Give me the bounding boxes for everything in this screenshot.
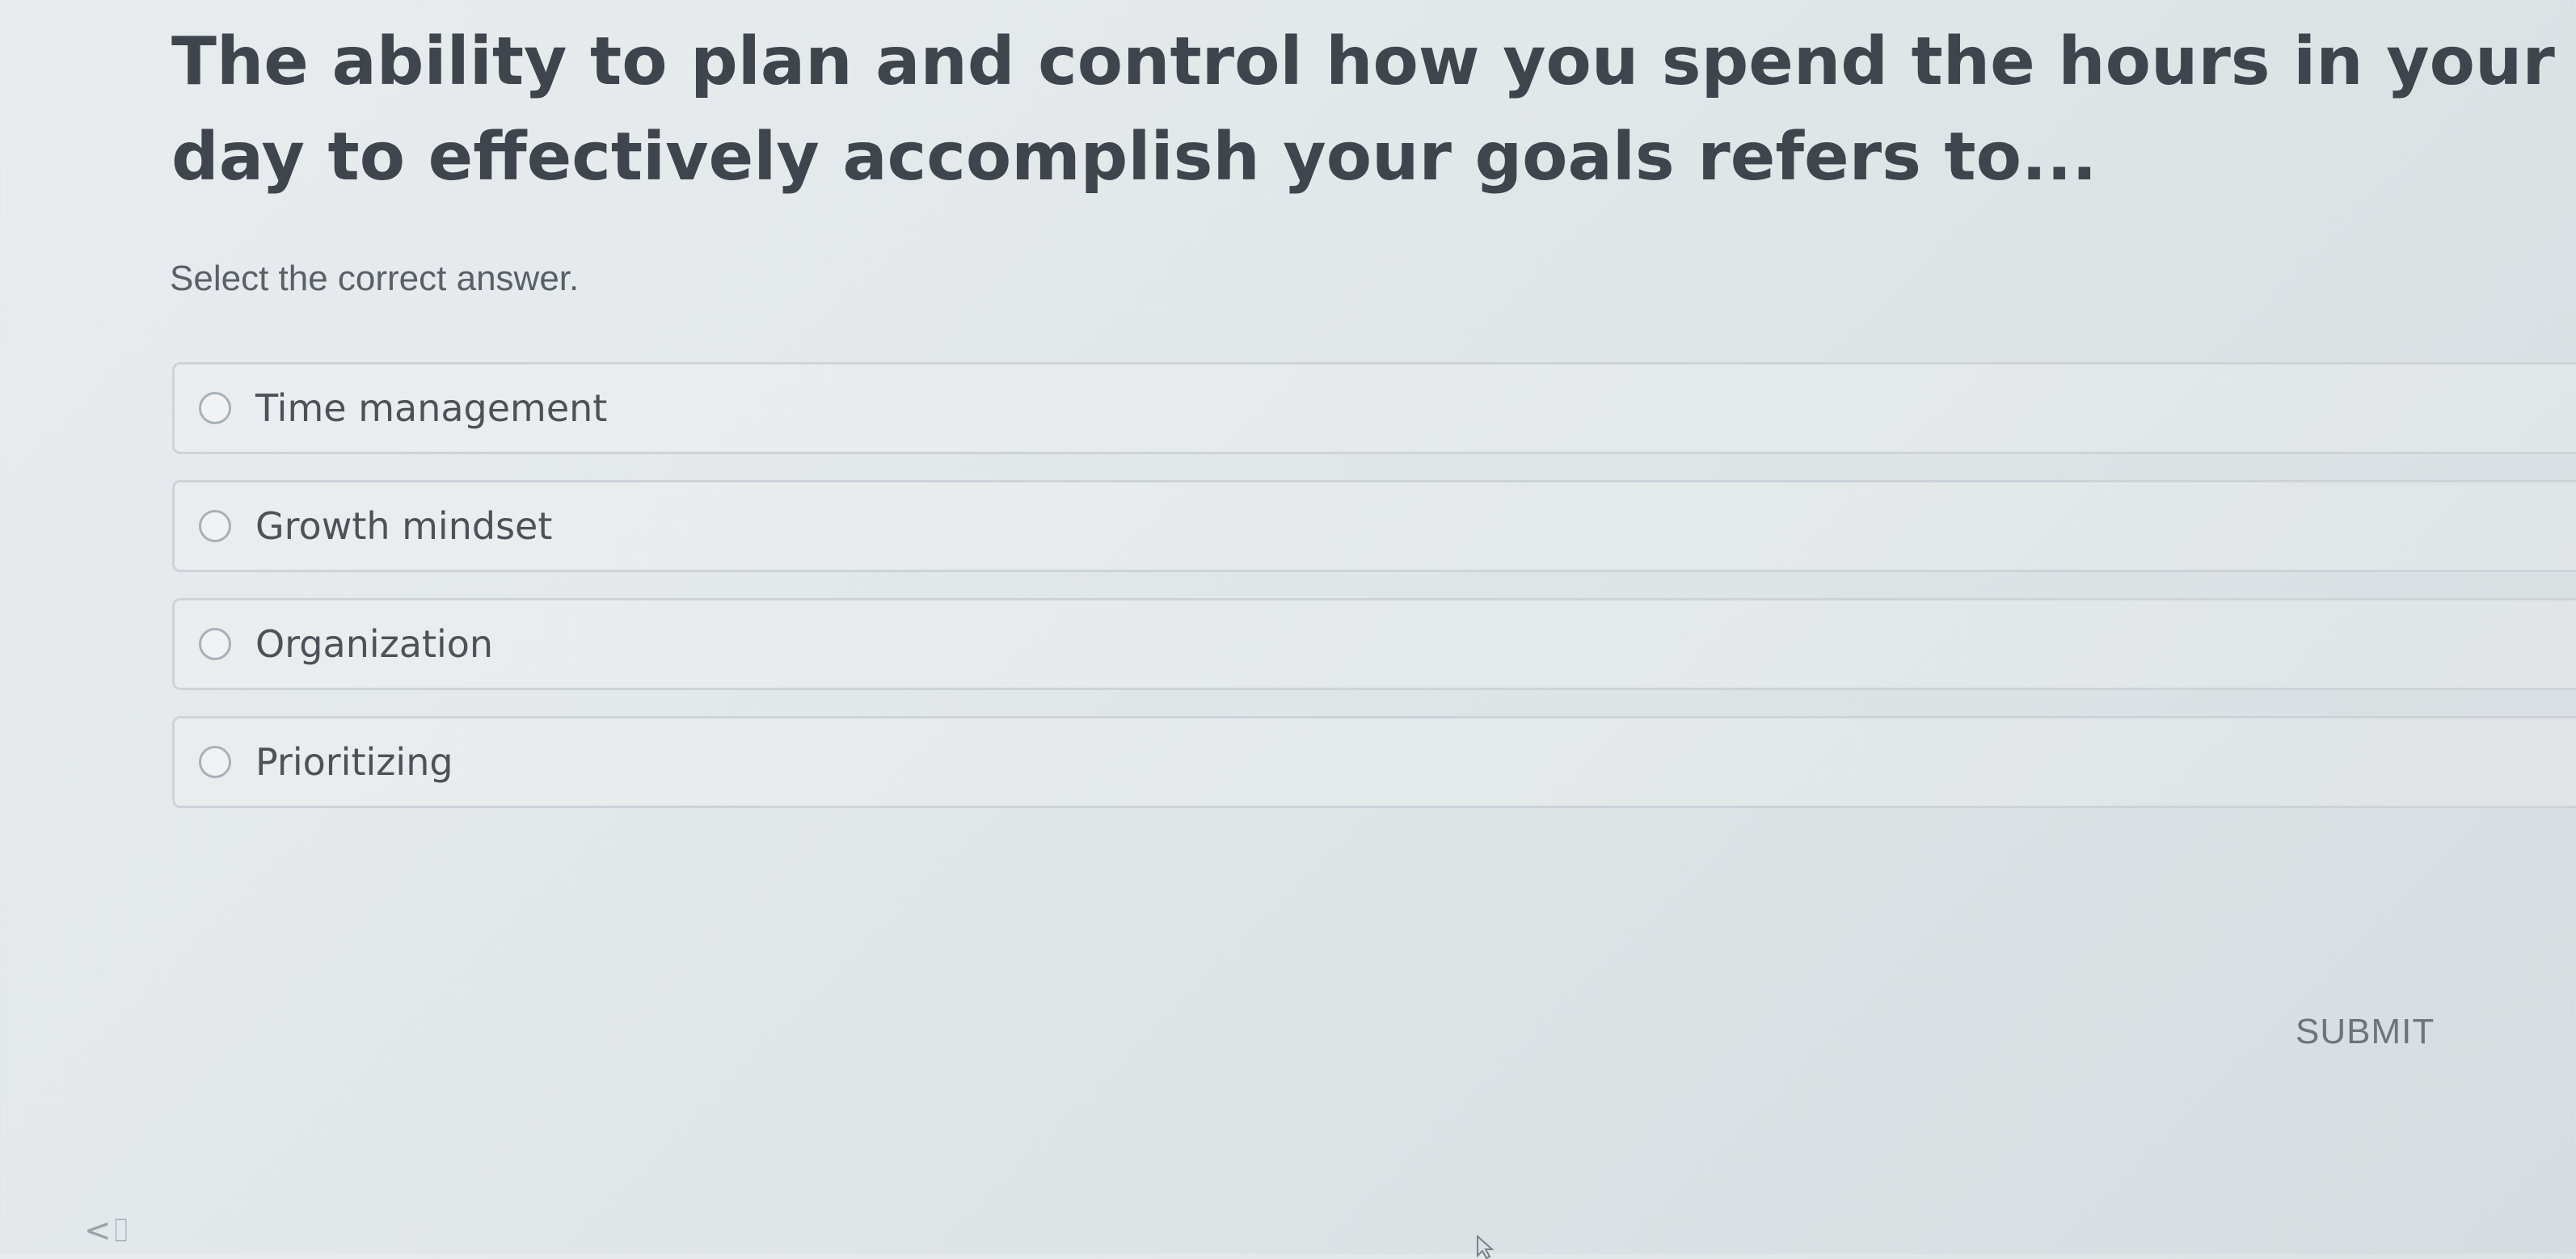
option-label: Prioritizing — [255, 740, 453, 784]
radio-circle-icon[interactable] — [199, 392, 231, 424]
option-label: Time management — [255, 386, 608, 430]
radio-circle-icon[interactable] — [199, 746, 231, 778]
option-label: Growth mindset — [255, 504, 553, 548]
instruction-text: Select the correct answer. — [170, 259, 580, 298]
mouse-pointer-icon — [1477, 1235, 1495, 1259]
option-organization[interactable]: Organization — [172, 598, 2576, 690]
submit-button[interactable]: SUBMIT — [2296, 1012, 2435, 1052]
option-label: Organization — [255, 622, 494, 666]
radio-circle-icon[interactable] — [199, 510, 231, 542]
question-text: The ability to plan and control how you … — [171, 23, 2555, 196]
quiz-screen: The ability to plan and control how you … — [0, 0, 2576, 1259]
radio-circle-icon[interactable] — [199, 628, 231, 660]
option-prioritizing[interactable]: Prioritizing — [172, 716, 2576, 808]
answer-options: Time management Growth mindset Organizat… — [172, 362, 2576, 834]
nav-back-glyph[interactable]: <⌷ — [84, 1212, 131, 1249]
option-growth-mindset[interactable]: Growth mindset — [172, 480, 2576, 572]
option-time-management[interactable]: Time management — [172, 362, 2576, 454]
